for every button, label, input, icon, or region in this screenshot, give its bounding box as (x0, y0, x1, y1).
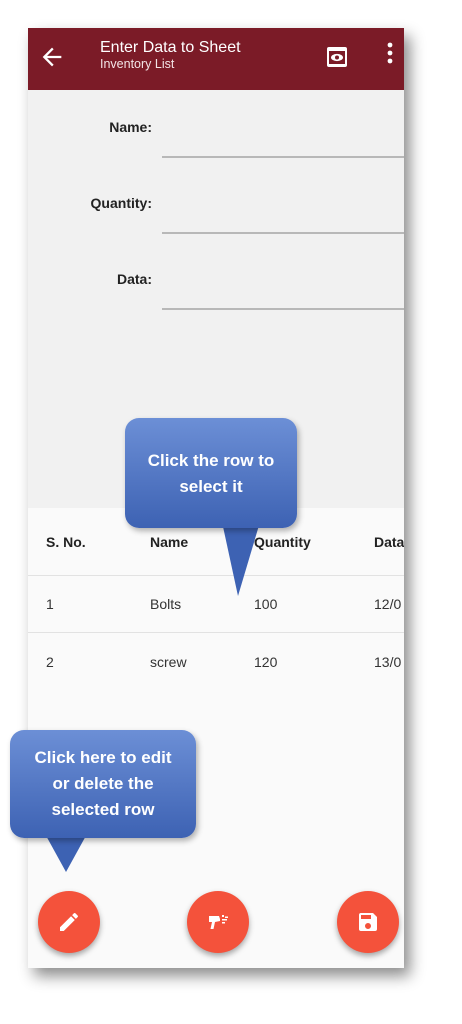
header-quantity: Quantity (254, 534, 311, 550)
preview-eye-icon[interactable] (326, 46, 348, 68)
callout-pointer (44, 832, 88, 872)
callout-bubble: Click the row to select it (125, 418, 297, 528)
page-title: Enter Data to Sheet (100, 39, 241, 56)
callout-bubble: Click here to edit or delete the selecte… (10, 730, 196, 838)
table-row[interactable]: 2 screw 120 13/0 (28, 633, 404, 690)
cell-name: Bolts (150, 596, 182, 612)
header-sno: S. No. (46, 534, 86, 550)
name-label: Name: (109, 119, 152, 135)
save-icon (359, 913, 377, 931)
cell-name: screw (150, 654, 187, 670)
app-bar-titles: Enter Data to Sheet Inventory List (100, 38, 241, 72)
header-data: Data (374, 534, 404, 550)
save-button[interactable] (337, 891, 399, 953)
quantity-label: Quantity: (90, 195, 152, 211)
cell-data: 12/0 (374, 596, 402, 612)
pencil-icon (60, 912, 78, 931)
header-name: Name (150, 534, 189, 550)
barcode-scanner-icon (209, 915, 228, 929)
cell-quantity: 120 (254, 654, 278, 670)
cell-sno: 2 (46, 654, 54, 670)
cell-quantity: 100 (254, 596, 278, 612)
edit-delete-callout-text: Click here to edit or delete the selecte… (34, 748, 172, 819)
callout-pointer (222, 522, 260, 596)
more-options-icon[interactable] (380, 41, 400, 67)
app-bar: Enter Data to Sheet Inventory List (28, 28, 404, 90)
cell-sno: 1 (46, 596, 54, 612)
page-subtitle: Inventory List (100, 57, 175, 71)
data-label: Data: (116, 271, 152, 287)
cell-data: 13/0 (374, 654, 402, 670)
name-field[interactable] (162, 90, 404, 158)
data-field[interactable] (162, 242, 404, 310)
back-arrow-icon[interactable] (38, 43, 66, 71)
select-row-callout-text: Click the row to select it (147, 451, 275, 496)
quantity-field[interactable] (162, 166, 404, 234)
scan-button[interactable] (187, 891, 249, 953)
edit-button[interactable] (38, 891, 100, 953)
table-row[interactable]: 1 Bolts 100 12/0 (28, 576, 404, 633)
